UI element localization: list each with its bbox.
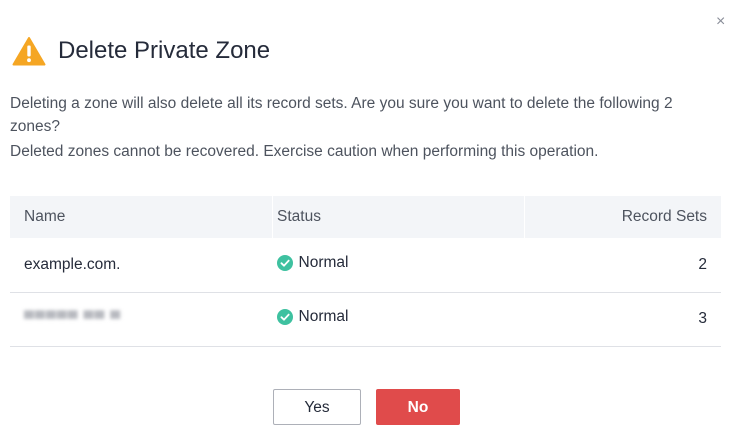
dialog-message: Deleting a zone will also delete all its… — [10, 92, 710, 163]
redacted-zone-name: ▀▀▀▀▀ ▀▀ ▀ — [24, 310, 122, 326]
delete-private-zone-dialog: × Delete Private Zone Deleting a zone wi… — [0, 0, 729, 425]
dialog-header: Delete Private Zone — [12, 34, 270, 68]
record-sets-cell: 2 — [698, 255, 707, 273]
column-header-status: Status — [272, 196, 525, 238]
status-text: Normal — [298, 308, 349, 325]
table-row: example.com. Normal 2 — [10, 238, 721, 292]
status-text: Normal — [298, 253, 349, 271]
message-caution-text: Deleted zones cannot be recovered. Exerc… — [10, 143, 599, 160]
record-sets-cell: 3 — [698, 310, 707, 327]
check-circle-icon — [276, 254, 293, 271]
zone-status-cell: Normal — [273, 292, 525, 346]
zones-table: Name Status Record Sets example.com. Nor… — [10, 196, 721, 347]
yes-button[interactable]: Yes — [273, 389, 361, 425]
column-header-name: Name — [24, 208, 66, 225]
dialog-title: Delete Private Zone — [58, 37, 271, 64]
table-row: ▀▀▀▀▀ ▀▀ ▀ Normal 3 — [10, 292, 721, 346]
check-circle-icon — [276, 309, 293, 325]
close-icon[interactable]: × — [716, 14, 728, 30]
table-header-row: Name Status Record Sets — [10, 196, 721, 238]
no-button[interactable]: No — [376, 389, 460, 425]
zone-status-cell: Normal — [273, 238, 525, 292]
zone-name-cell: example.com. — [24, 255, 121, 273]
message-warning-text: Deleting a zone will also delete all its… — [10, 95, 673, 135]
zone-name-cell: ▀▀▀▀▀ ▀▀ ▀ — [10, 292, 273, 346]
warning-triangle-icon — [12, 37, 46, 66]
column-header-record-sets: Record Sets — [621, 208, 707, 225]
